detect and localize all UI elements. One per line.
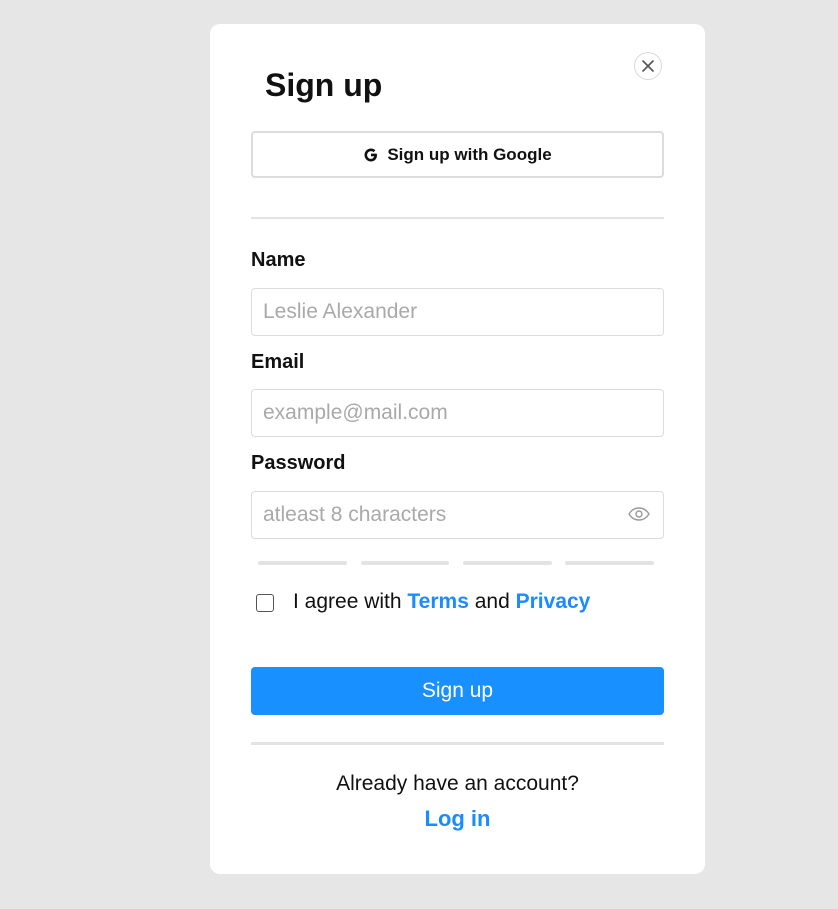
signup-submit-button[interactable]: Sign up [251, 667, 664, 715]
agree-checkbox[interactable] [256, 594, 274, 612]
agreement-prefix: I agree with [293, 590, 402, 613]
have-account-prompt: Already have an account? [336, 772, 579, 795]
bottom-divider [251, 742, 664, 745]
password-input[interactable] [251, 491, 664, 539]
google-signup-label: Sign up with Google [387, 144, 552, 164]
password-label: Password [251, 452, 346, 474]
terms-link[interactable]: Terms [407, 590, 468, 613]
google-g-icon [364, 148, 378, 161]
eye-icon [628, 507, 650, 521]
password-strength-segment [463, 561, 552, 565]
login-link[interactable]: Log in [425, 806, 491, 831]
agreement-and: and [474, 590, 510, 613]
modal-title: Sign up [265, 67, 383, 103]
name-input[interactable] [251, 288, 664, 336]
email-input[interactable] [251, 389, 664, 437]
top-divider [251, 217, 664, 219]
toggle-password-visibility-button[interactable] [626, 504, 652, 524]
privacy-link[interactable]: Privacy [516, 590, 591, 613]
name-label: Name [251, 249, 306, 271]
google-signup-button[interactable]: Sign up with Google [251, 131, 664, 178]
close-button[interactable] [634, 52, 662, 80]
signup-modal: Sign up Sign up with Google Name Email P… [210, 24, 705, 874]
close-icon [642, 60, 654, 72]
agreement-text: I agree with Terms and Privacy [293, 589, 590, 615]
password-strength-segment [361, 561, 449, 565]
password-strength-segment [565, 561, 654, 565]
password-strength-segment [258, 561, 347, 565]
email-label: Email [251, 351, 305, 373]
